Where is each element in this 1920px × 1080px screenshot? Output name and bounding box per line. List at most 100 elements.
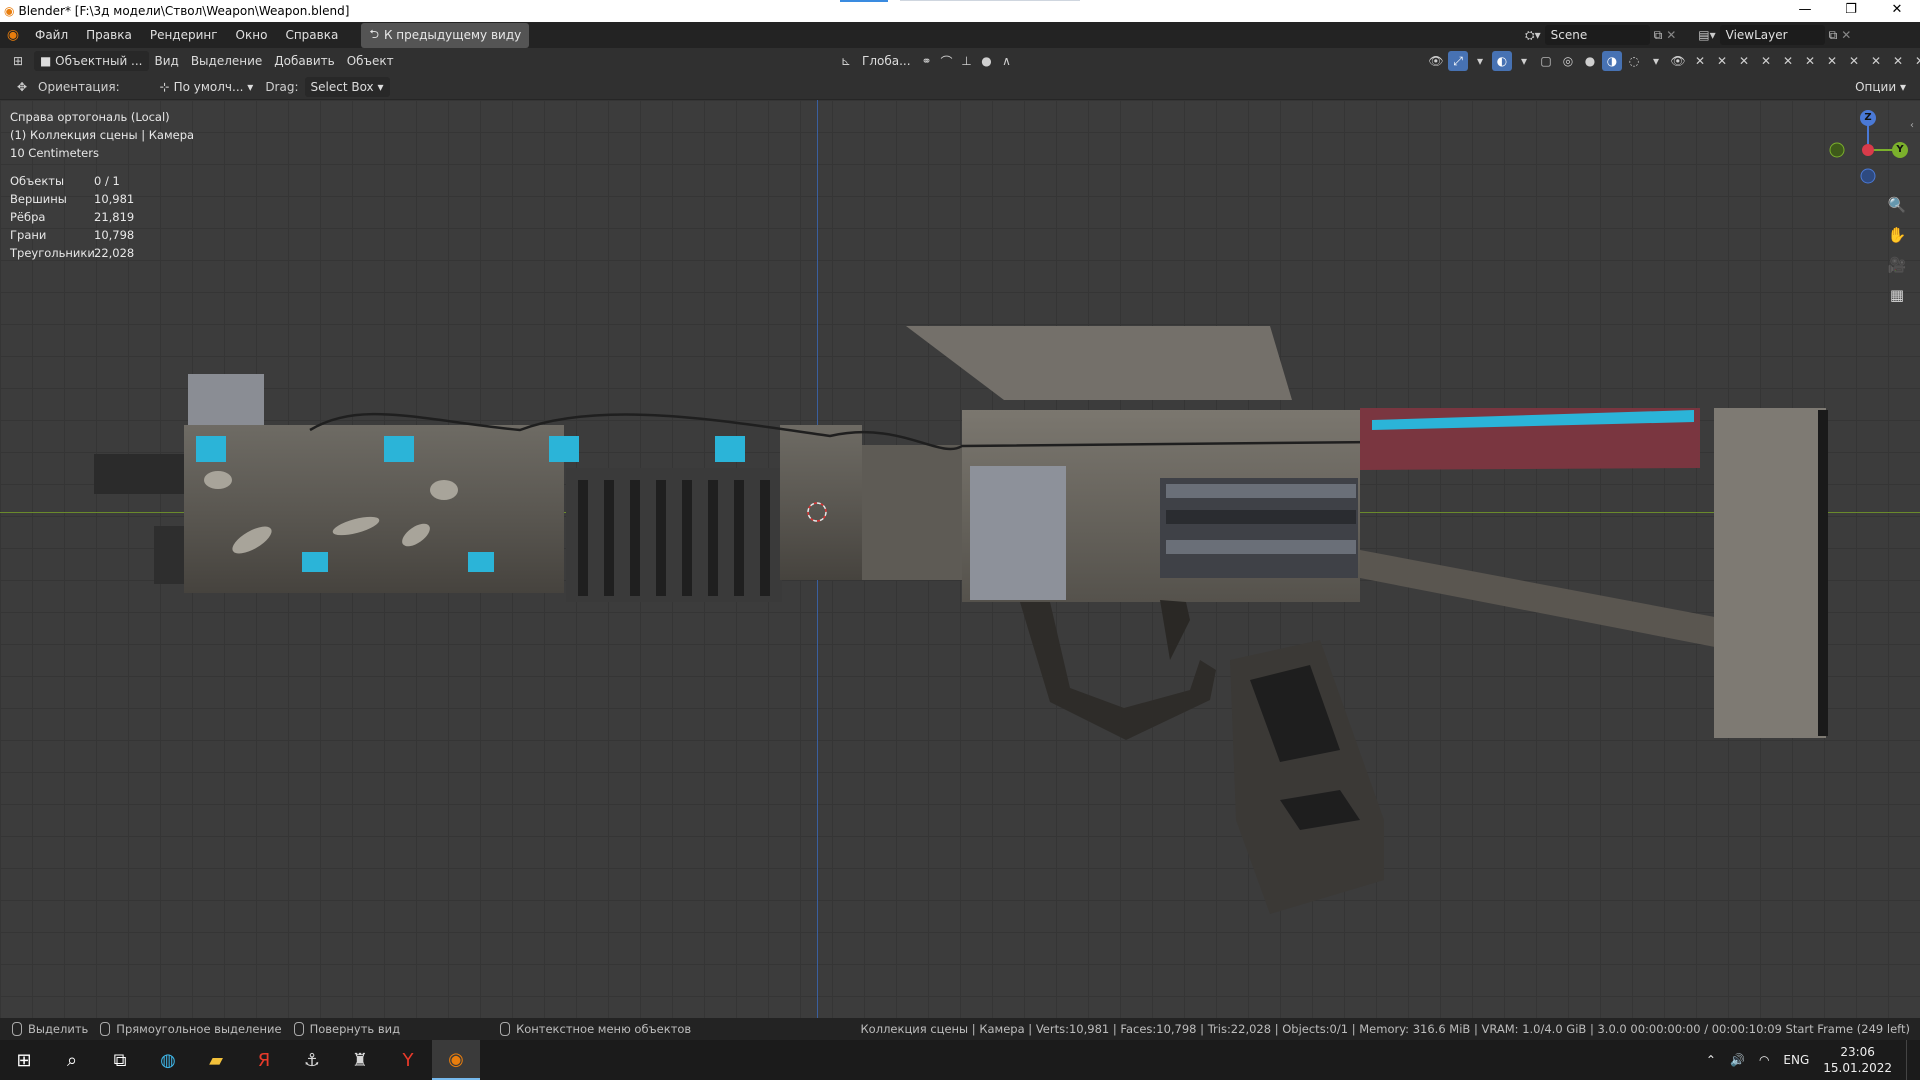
new-viewlayer-icon[interactable]: ⧉: [1829, 28, 1838, 43]
show-desktop-button[interactable]: [1906, 1040, 1910, 1080]
transform-orientation[interactable]: Глоба...: [856, 51, 917, 71]
statistics-overlay: Объекты 0 / 1 Вершины 10,981 Рёбра 21,819 Г…: [10, 172, 134, 262]
orientation-icon[interactable]: ⊾: [836, 51, 856, 71]
scene-field[interactable]: Scene: [1544, 25, 1650, 45]
weapon-model[interactable]: [0, 100, 1920, 1018]
restrict-x-icon-7[interactable]: ✕: [1822, 51, 1842, 71]
world-of-warships-icon[interactable]: ⚓: [288, 1040, 336, 1080]
menu-object[interactable]: Объект: [341, 51, 400, 71]
grid-scale: 10 Centimeters: [10, 146, 99, 160]
restrict-x-icon-2[interactable]: ✕: [1712, 51, 1732, 71]
shading-menu-icon[interactable]: ▾: [1646, 51, 1666, 71]
menu-file[interactable]: Файл: [26, 22, 77, 48]
wireframe-shading-icon[interactable]: ◎: [1558, 51, 1578, 71]
close-button[interactable]: ✕: [1874, 0, 1920, 22]
language-indicator[interactable]: ENG: [1783, 1053, 1809, 1067]
chevron-down-icon: ▾: [247, 79, 254, 94]
solid-shading-icon[interactable]: ●: [1580, 51, 1600, 71]
status-box-select: Прямоугольное выделение: [100, 1022, 282, 1036]
restrict-x-icon-4[interactable]: ✕: [1756, 51, 1776, 71]
previous-view-button[interactable]: ⮌ К предыдущему виду: [361, 22, 530, 48]
clock-time: 23:06: [1840, 1045, 1875, 1059]
restrict-x-icon-9[interactable]: ✕: [1866, 51, 1886, 71]
menu-help[interactable]: Справка: [276, 22, 347, 48]
snap-target-icon[interactable]: ⊥: [957, 51, 977, 71]
stat-row: Рёбра 21,819: [10, 208, 134, 226]
stat-row: Вершины 10,981: [10, 190, 134, 208]
yandex-browser-icon[interactable]: Y: [384, 1040, 432, 1080]
scene-icon[interactable]: ⛭▾: [1525, 28, 1541, 43]
menu-edit[interactable]: Правка: [77, 22, 141, 48]
options-menu[interactable]: Опции ▾: [1849, 77, 1912, 97]
pivot-icon[interactable]: ⚭: [917, 51, 937, 71]
restrict-x-icon-10[interactable]: ✕: [1888, 51, 1908, 71]
editor-type-icon[interactable]: ⊞: [8, 51, 28, 71]
proportional-icon[interactable]: ●: [977, 51, 997, 71]
drag-label: Drag:: [265, 79, 299, 94]
file-explorer-icon[interactable]: ▰: [192, 1040, 240, 1080]
new-scene-icon[interactable]: ⧉: [1654, 28, 1663, 43]
restrict-x-icon-5[interactable]: ✕: [1778, 51, 1798, 71]
stat-row: Грани 10,798: [10, 226, 134, 244]
gizmo-menu-icon[interactable]: ▾: [1470, 51, 1490, 71]
rendered-shading-icon[interactable]: ◌: [1624, 51, 1644, 71]
restrict-x-icon[interactable]: ✕: [1690, 51, 1710, 71]
menu-view[interactable]: Вид: [149, 51, 185, 71]
gizmo-y-axis[interactable]: Y: [1892, 142, 1908, 158]
material-shading-icon[interactable]: ◑: [1602, 51, 1622, 71]
edge-icon[interactable]: ◍: [144, 1040, 192, 1080]
eye-icon[interactable]: 👁: [1668, 51, 1688, 71]
snap-icon[interactable]: ⌒: [937, 51, 957, 71]
yandex-icon[interactable]: Я: [240, 1040, 288, 1080]
blender-menu-icon[interactable]: ◉: [0, 27, 26, 43]
mode-label: Объектный ...: [55, 54, 143, 68]
3d-viewport[interactable]: Справа ортогональ (Local) (1) Коллекция …: [0, 100, 1920, 1018]
menu-select[interactable]: Выделение: [185, 51, 268, 71]
clock-date: 15.01.2022: [1823, 1061, 1892, 1075]
falloff-icon[interactable]: ∧: [997, 51, 1017, 71]
sidebar-toggle-icon[interactable]: ‹: [1910, 120, 1914, 131]
mouse-middle-icon: [293, 1022, 304, 1036]
pivot-selector[interactable]: ⊹ По умолч... ▾: [154, 77, 260, 97]
xray-icon[interactable]: ▢: [1536, 51, 1556, 71]
blender-taskbar-icon[interactable]: ◉: [432, 1040, 480, 1080]
search-icon[interactable]: ⌕: [48, 1040, 96, 1080]
windows-taskbar: ⊞ ⌕ ⧉ ◍ ▰ Я ⚓ ♜ Y ◉ ⌃ 🔊 ◠ ENG 23:06 15.0…: [0, 1040, 1920, 1080]
tray-expand-icon[interactable]: ⌃: [1706, 1053, 1716, 1067]
overlay-menu-icon[interactable]: ▾: [1514, 51, 1534, 71]
overlay-toggle-icon[interactable]: ◐: [1492, 51, 1512, 71]
camera-icon[interactable]: 🎥: [1884, 252, 1910, 278]
view-name: Справа ортогональ (Local): [10, 110, 170, 124]
delete-viewlayer-icon[interactable]: ✕: [1841, 28, 1851, 42]
stat-value: 10,981: [94, 192, 135, 206]
restrict-x-icon-8[interactable]: ✕: [1844, 51, 1864, 71]
options-label: Опции: [1855, 79, 1897, 94]
restrict-x-icon-6[interactable]: ✕: [1800, 51, 1820, 71]
menu-add[interactable]: Добавить: [268, 51, 340, 71]
grid-ortho-icon[interactable]: ▦: [1884, 282, 1910, 308]
mode-selector[interactable]: ■ Объектный ...: [34, 51, 149, 71]
gizmo-z-axis[interactable]: Z: [1860, 110, 1876, 126]
stat-label: Грани: [10, 228, 47, 242]
restrict-x-icon-11[interactable]: ✕: [1910, 51, 1920, 71]
menu-window[interactable]: Окно: [227, 22, 277, 48]
viewlayer-icon[interactable]: ▤▾: [1698, 28, 1715, 42]
zoom-icon[interactable]: 🔍: [1884, 192, 1910, 218]
viewlayer-field[interactable]: ViewLayer: [1719, 25, 1825, 45]
minimize-button[interactable]: —: [1782, 0, 1828, 22]
drag-value: Select Box: [310, 79, 374, 94]
clock[interactable]: 23:06 15.01.2022: [1823, 1044, 1892, 1076]
delete-scene-icon[interactable]: ✕: [1666, 28, 1676, 42]
restore-button[interactable]: ❐: [1828, 0, 1874, 22]
task-view-icon[interactable]: ⧉: [96, 1040, 144, 1080]
volume-icon[interactable]: 🔊: [1730, 1053, 1745, 1067]
menu-render[interactable]: Рендеринг: [141, 22, 227, 48]
wifi-icon[interactable]: ◠: [1759, 1053, 1769, 1067]
visibility-icon[interactable]: 👁: [1426, 51, 1446, 71]
drag-selector[interactable]: Select Box ▾: [304, 76, 390, 97]
pan-hand-icon[interactable]: ✋: [1884, 222, 1910, 248]
gizmo-toggle-icon[interactable]: ⤢: [1448, 51, 1468, 71]
restrict-x-icon-3[interactable]: ✕: [1734, 51, 1754, 71]
world-of-tanks-icon[interactable]: ♜: [336, 1040, 384, 1080]
start-icon[interactable]: ⊞: [0, 1040, 48, 1080]
